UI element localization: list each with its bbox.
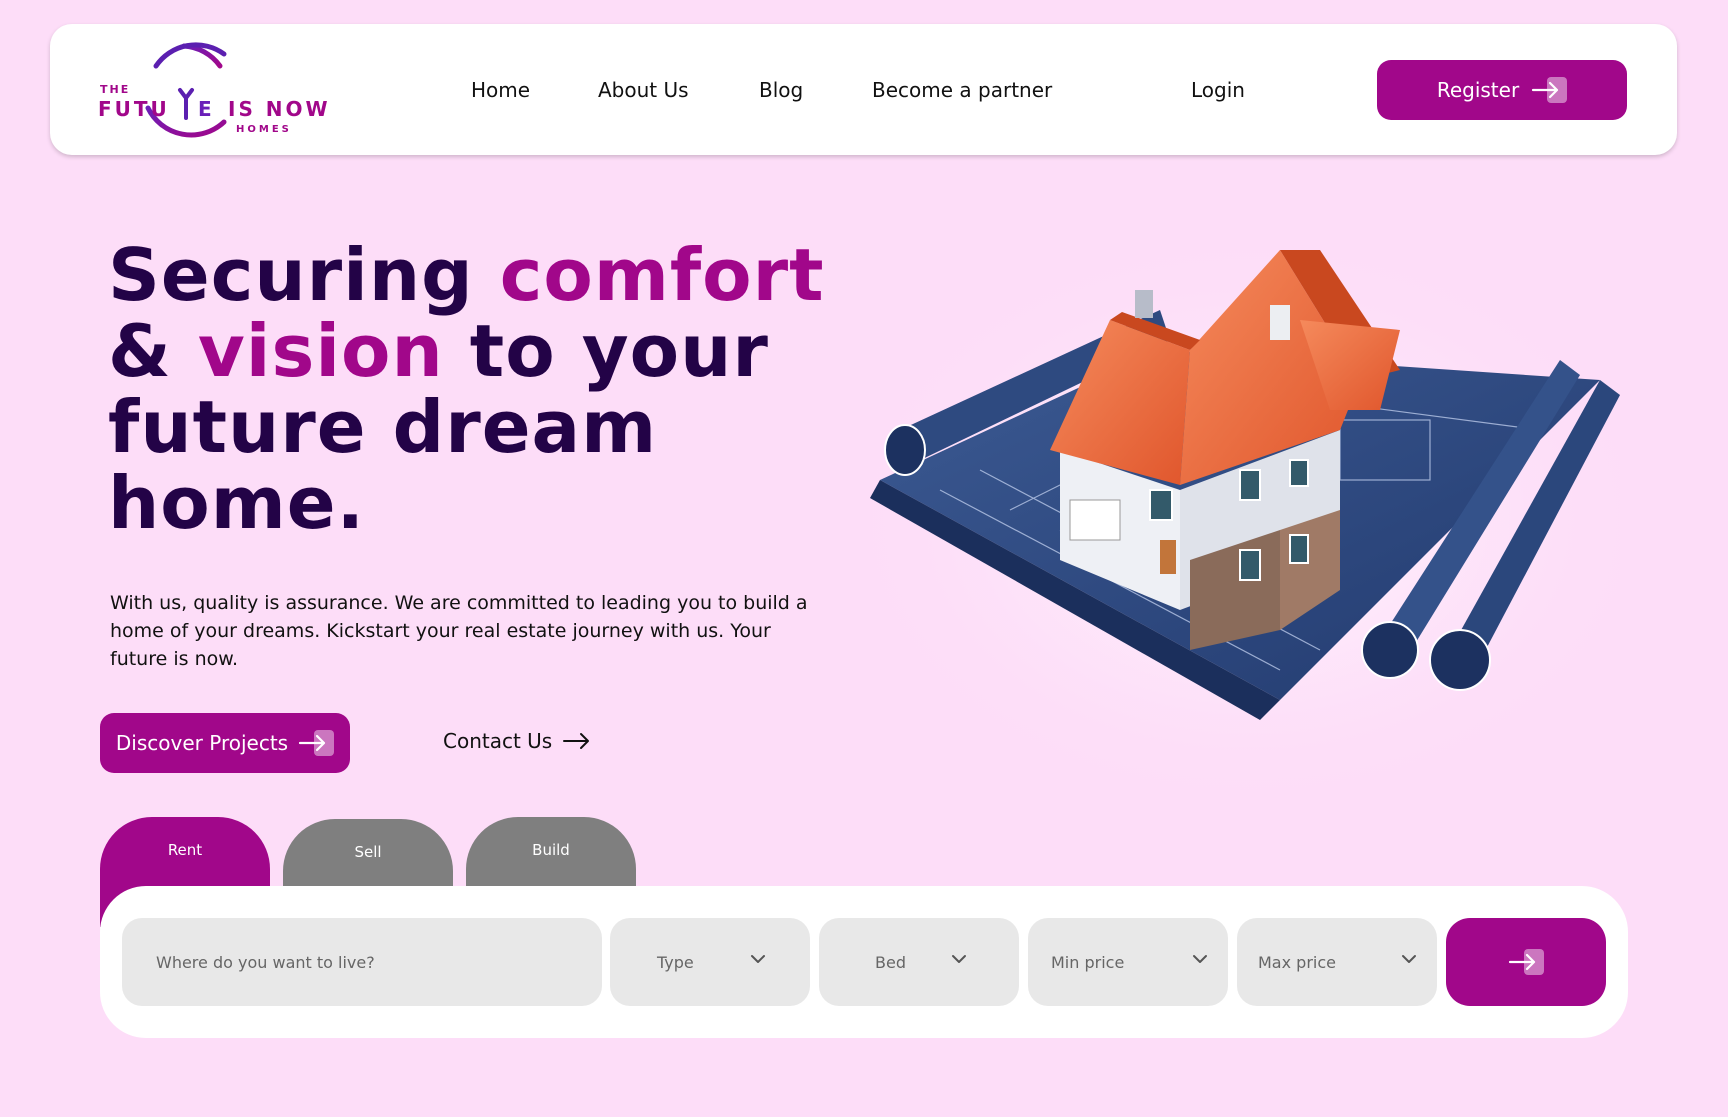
- headline-text: future dream: [108, 385, 658, 469]
- nav-login[interactable]: Login: [1191, 78, 1245, 102]
- arrow-right-icon: [1531, 77, 1568, 103]
- arrow-right-icon: [1508, 949, 1544, 975]
- hero-house-image: [860, 230, 1630, 790]
- hero-description: With us, quality is assurance. We are co…: [110, 592, 808, 670]
- tab-sell[interactable]: Sell: [283, 819, 453, 894]
- search-panel: Where do you want to live? Type Bed Min …: [100, 886, 1628, 1038]
- arrow-right-icon: [563, 733, 590, 749]
- headline-text: home.: [108, 461, 365, 545]
- contact-us-label: Contact Us: [443, 729, 553, 753]
- register-button[interactable]: Register: [1377, 60, 1627, 120]
- discover-projects-label: Discover Projects: [115, 731, 289, 755]
- bed-select[interactable]: Bed: [819, 918, 1019, 1006]
- search-submit-button[interactable]: [1446, 918, 1606, 1006]
- headline-accent-comfort: comfort: [499, 233, 825, 317]
- max-price-label: Max price: [1258, 952, 1336, 972]
- bed-select-label: Bed: [875, 952, 906, 972]
- discover-projects-button[interactable]: Discover Projects: [100, 713, 350, 773]
- arrow-right-icon: [298, 730, 335, 756]
- register-label: Register: [1436, 78, 1520, 102]
- headline-text: Securing: [108, 233, 500, 317]
- location-search-field[interactable]: Where do you want to live?: [122, 918, 602, 1006]
- hero-headline: Securing comfort & vision to your future…: [108, 237, 868, 541]
- nav-home[interactable]: Home: [471, 78, 530, 102]
- tab-sell-label: Sell: [354, 843, 382, 861]
- tab-build[interactable]: Build: [466, 817, 636, 892]
- chevron-down-icon: [1193, 955, 1207, 963]
- min-price-select[interactable]: Min price: [1028, 918, 1228, 1006]
- location-placeholder: Where do you want to live?: [156, 952, 375, 972]
- chevron-down-icon: [952, 955, 966, 963]
- contact-us-link[interactable]: Contact Us: [443, 729, 592, 753]
- chevron-down-icon: [1402, 955, 1416, 963]
- tab-rent-label: Rent: [167, 841, 203, 859]
- headline-text: to your: [443, 309, 769, 393]
- chevron-down-icon: [751, 955, 765, 963]
- tab-build-label: Build: [532, 841, 570, 859]
- nav-about-us[interactable]: About Us: [598, 78, 689, 102]
- headline-text: &: [108, 309, 198, 393]
- nav-blog[interactable]: Blog: [759, 78, 803, 102]
- type-select-label: Type: [657, 952, 694, 972]
- max-price-select[interactable]: Max price: [1237, 918, 1437, 1006]
- house-blueprint-illustration: [870, 250, 1630, 790]
- min-price-label: Min price: [1051, 952, 1125, 972]
- headline-accent-vision: vision: [197, 309, 444, 393]
- nav-become-partner[interactable]: Become a partner: [872, 78, 1052, 102]
- type-select[interactable]: Type: [610, 918, 810, 1006]
- site-header: THE FUTU E IS NOW HOMES Home About Us Bl…: [50, 24, 1677, 155]
